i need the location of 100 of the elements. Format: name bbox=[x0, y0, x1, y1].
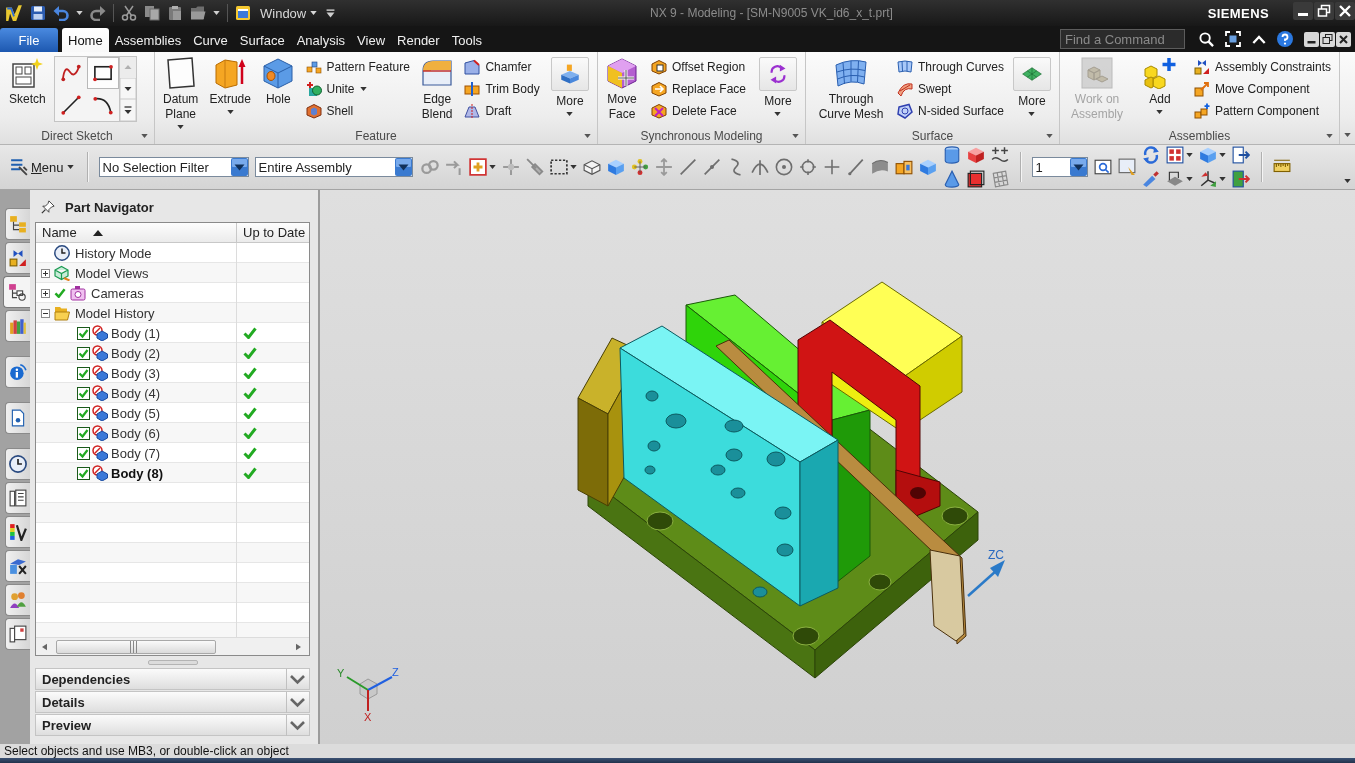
cylinder-icon[interactable] bbox=[942, 146, 961, 164]
tree-item[interactable]: Body (6) bbox=[111, 425, 161, 441]
render-style-icon[interactable] bbox=[1165, 170, 1184, 188]
plus-icon[interactable] bbox=[822, 158, 841, 176]
tree-item[interactable]: Model Views bbox=[75, 265, 149, 281]
fit-view-icon[interactable] bbox=[1093, 158, 1112, 176]
group-launcher-icon[interactable] bbox=[141, 133, 148, 138]
copy-icon[interactable] bbox=[144, 5, 160, 21]
ribbon-tab[interactable]: Home bbox=[62, 28, 109, 52]
grid-icon[interactable] bbox=[990, 170, 1009, 188]
ribbon-button[interactable]: Edge Blend bbox=[419, 55, 456, 122]
panel-header[interactable]: Preview bbox=[35, 714, 310, 736]
tree-item[interactable]: Body (2) bbox=[111, 345, 161, 361]
caret-icon[interactable] bbox=[1218, 153, 1226, 157]
minimize-icon[interactable] bbox=[1304, 31, 1319, 47]
search-icon[interactable] bbox=[1199, 31, 1214, 47]
checkbox[interactable] bbox=[77, 326, 90, 340]
cone-icon[interactable] bbox=[942, 170, 961, 188]
menu-button[interactable]: Menu bbox=[8, 158, 76, 176]
file-menu-button[interactable]: File bbox=[0, 28, 58, 52]
layout-grid-icon[interactable] bbox=[1165, 146, 1184, 164]
fit-window-icon[interactable] bbox=[1225, 31, 1241, 47]
tree-item[interactable]: Body (8) bbox=[111, 465, 163, 481]
ribbon-button[interactable]: Swept bbox=[894, 78, 1006, 100]
window-menu[interactable]: Window bbox=[258, 5, 320, 21]
rotate-icon[interactable] bbox=[1141, 146, 1160, 164]
circle-center-icon[interactable] bbox=[774, 158, 793, 176]
image-icon[interactable] bbox=[1117, 158, 1136, 176]
checkbox[interactable] bbox=[77, 406, 90, 420]
help-icon[interactable] bbox=[1277, 31, 1293, 47]
undo-icon[interactable] bbox=[53, 5, 69, 21]
chevron-up-icon[interactable] bbox=[1252, 34, 1266, 44]
ribbon-button[interactable]: Hole bbox=[260, 55, 297, 107]
redo-icon[interactable] bbox=[90, 5, 106, 21]
ribbon-tab[interactable]: View bbox=[351, 28, 392, 52]
checkbox[interactable] bbox=[77, 426, 90, 440]
caret-icon[interactable] bbox=[1218, 177, 1226, 181]
ribbon-button[interactable]: Delete Face bbox=[648, 100, 748, 122]
tree-item[interactable]: History Mode bbox=[75, 245, 152, 261]
ribbon-button[interactable]: Replace Face bbox=[648, 78, 748, 100]
checkbox[interactable] bbox=[77, 366, 90, 380]
minimize-icon[interactable] bbox=[1293, 2, 1313, 20]
ribbon-button[interactable]: Trim Body bbox=[462, 78, 542, 100]
expand-icon[interactable] bbox=[41, 268, 50, 278]
group-launcher-icon[interactable] bbox=[792, 133, 799, 138]
caret-icon[interactable] bbox=[488, 165, 496, 169]
group-launcher-icon[interactable] bbox=[1326, 133, 1333, 138]
ribbon-button[interactable]: Offset Region bbox=[648, 56, 748, 78]
close-icon[interactable] bbox=[1335, 2, 1355, 20]
slanted-line-icon[interactable] bbox=[846, 158, 865, 176]
caret-icon[interactable] bbox=[1185, 153, 1193, 157]
splitter-handle[interactable] bbox=[147, 659, 198, 665]
caret-icon[interactable] bbox=[213, 11, 220, 15]
scrollbar-thumb[interactable] bbox=[56, 639, 216, 654]
tree-item[interactable]: Body (3) bbox=[111, 365, 161, 381]
door-arrow-icon[interactable] bbox=[1231, 146, 1250, 164]
ribbon-tab[interactable]: Tools bbox=[445, 28, 489, 52]
save-icon[interactable] bbox=[30, 5, 46, 21]
panel-header[interactable]: Dependencies bbox=[35, 668, 310, 690]
box-frame-icon[interactable] bbox=[966, 170, 985, 188]
ribbon-options-icon[interactable] bbox=[1344, 133, 1351, 137]
midpoint-line-icon[interactable] bbox=[702, 158, 721, 176]
surface-icon[interactable] bbox=[870, 158, 889, 176]
caret-icon[interactable] bbox=[569, 165, 577, 169]
tree-item[interactable]: Cameras bbox=[91, 285, 144, 301]
circle-target-icon[interactable] bbox=[798, 158, 817, 176]
segments-icon[interactable] bbox=[990, 146, 1009, 164]
checkbox[interactable] bbox=[77, 386, 90, 400]
collapse-icon[interactable] bbox=[41, 308, 50, 318]
tree-item[interactable]: Body (1) bbox=[111, 325, 161, 341]
selection-filter-dropdown[interactable]: No Selection Filter bbox=[98, 157, 249, 177]
restore-icon[interactable] bbox=[1314, 2, 1334, 20]
tree-item[interactable]: Body (4) bbox=[111, 385, 161, 401]
navigator-tab[interactable] bbox=[5, 550, 30, 582]
checkbox[interactable] bbox=[77, 346, 90, 360]
door-arrow-icon[interactable] bbox=[1231, 170, 1250, 188]
tree-item[interactable]: Body (7) bbox=[111, 445, 161, 461]
ribbon-button[interactable]: More bbox=[757, 55, 799, 116]
navigator-tab[interactable] bbox=[3, 276, 30, 308]
ribbon-button[interactable]: Draft bbox=[462, 100, 542, 122]
ribbon-button[interactable]: More bbox=[548, 55, 591, 116]
panel-header[interactable]: Details bbox=[35, 691, 310, 713]
assembly-scope-dropdown[interactable]: Entire Assembly bbox=[254, 157, 413, 177]
scissors-icon[interactable] bbox=[121, 5, 137, 21]
gallery-expand-icon[interactable] bbox=[119, 99, 136, 121]
column-header[interactable]: Up to Date bbox=[237, 223, 309, 242]
axes-icon[interactable] bbox=[1198, 170, 1217, 188]
ribbon-button[interactable]: Pattern Feature bbox=[303, 56, 412, 78]
ribbon-button[interactable]: Shell bbox=[303, 100, 412, 122]
ribbon-tab[interactable]: Curve bbox=[187, 28, 234, 52]
node-points-icon[interactable] bbox=[630, 158, 649, 176]
ribbon-button[interactable]: Move Component bbox=[1191, 78, 1333, 100]
group-launcher-icon[interactable] bbox=[584, 133, 591, 138]
shaded-cube-icon[interactable] bbox=[966, 146, 985, 164]
ribbon-tab[interactable]: Analysis bbox=[290, 28, 352, 52]
ribbon-button[interactable]: More bbox=[1011, 55, 1053, 116]
pin-icon[interactable] bbox=[525, 158, 544, 176]
close-icon[interactable] bbox=[1336, 31, 1351, 47]
ribbon-button[interactable]: Add bbox=[1141, 55, 1178, 114]
cube-icon[interactable] bbox=[918, 158, 937, 176]
